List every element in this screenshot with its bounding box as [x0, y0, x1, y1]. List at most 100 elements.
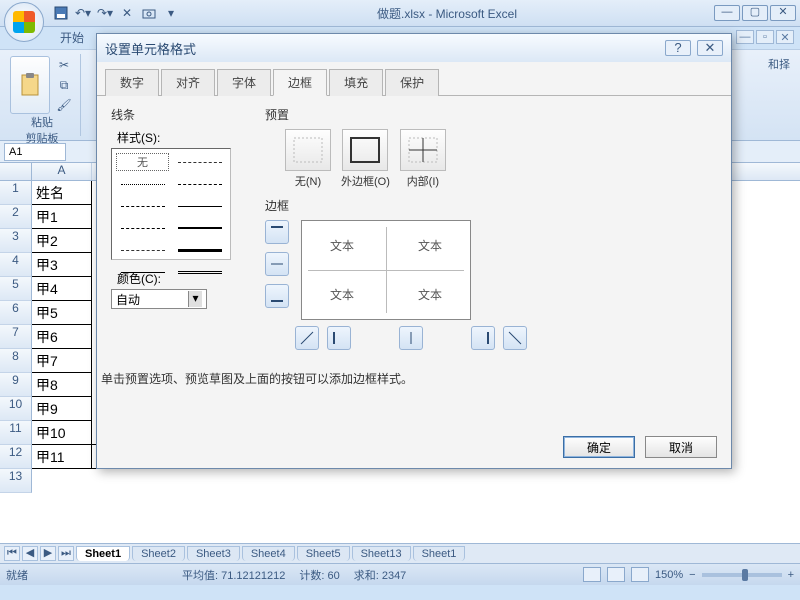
line-style-option[interactable]	[173, 219, 226, 237]
row-header[interactable]: 5	[0, 277, 32, 301]
row-header[interactable]: 1	[0, 181, 32, 205]
border-diag-up-button[interactable]	[295, 326, 319, 350]
line-style-option[interactable]	[173, 241, 226, 259]
line-style-option[interactable]	[116, 219, 169, 237]
sheet-tab[interactable]: Sheet3	[187, 546, 240, 561]
sheet-nav-first[interactable]: ⏮	[4, 546, 20, 561]
border-top-button[interactable]	[265, 220, 289, 244]
qat-customize-icon[interactable]: ▾	[162, 4, 180, 22]
ok-button[interactable]: 确定	[563, 436, 635, 458]
camera-icon[interactable]	[140, 4, 158, 22]
office-button[interactable]	[4, 2, 44, 42]
sheet-tab[interactable]: Sheet4	[242, 546, 295, 561]
tab-font[interactable]: 字体	[217, 69, 271, 96]
zoom-level[interactable]: 150%	[655, 569, 683, 581]
row-header[interactable]: 9	[0, 373, 32, 397]
row-header[interactable]: 7	[0, 325, 32, 349]
view-layout-icon[interactable]	[607, 567, 625, 582]
wb-close-button[interactable]: ✕	[776, 30, 794, 44]
tab-fill[interactable]: 填充	[329, 69, 383, 96]
view-normal-icon[interactable]	[583, 567, 601, 582]
preset-inside-button[interactable]	[400, 129, 446, 171]
border-left-button[interactable]	[327, 326, 351, 350]
cell[interactable]: 姓名	[32, 181, 92, 205]
cell[interactable]: 甲5	[32, 301, 92, 325]
line-style-none[interactable]: 无	[116, 153, 169, 171]
tab-number[interactable]: 数字	[105, 69, 159, 96]
cell[interactable]: 甲7	[32, 349, 92, 373]
cell[interactable]: 甲10	[32, 421, 92, 445]
line-style-option[interactable]	[173, 263, 226, 281]
maximize-button[interactable]: ▢	[742, 5, 768, 21]
dialog-help-button[interactable]: ?	[665, 40, 691, 56]
paste-button[interactable]	[10, 56, 50, 114]
line-style-list[interactable]: 无	[111, 148, 231, 260]
wb-minimize-button[interactable]: —	[736, 30, 754, 44]
zoom-out-button[interactable]: −	[689, 569, 695, 581]
sheet-tab[interactable]: Sheet1	[76, 546, 130, 561]
sheet-tab[interactable]: Sheet1	[413, 546, 466, 561]
row-header[interactable]: 10	[0, 397, 32, 421]
sheet-nav-last[interactable]: ⏭	[58, 546, 74, 561]
tab-alignment[interactable]: 对齐	[161, 69, 215, 96]
copy-icon[interactable]: ⧉	[54, 76, 74, 94]
dialog-close-button[interactable]: ✕	[697, 40, 723, 56]
row-header[interactable]: 12	[0, 445, 32, 469]
tab-protection[interactable]: 保护	[385, 69, 439, 96]
redo-icon[interactable]: ↷▾	[96, 4, 114, 22]
cell[interactable]: 甲8	[32, 373, 92, 397]
zoom-slider[interactable]	[702, 573, 782, 577]
border-horizontal-button[interactable]	[265, 252, 289, 276]
border-right-button[interactable]	[471, 326, 495, 350]
undo-icon[interactable]: ↶▾	[74, 4, 92, 22]
dialog-titlebar[interactable]: 设置单元格格式 ? ✕	[97, 34, 731, 62]
ribbon-tab-home[interactable]: 开始	[50, 26, 94, 49]
line-style-option[interactable]	[173, 175, 226, 193]
border-diag-down-button[interactable]	[503, 326, 527, 350]
line-style-option[interactable]	[173, 197, 226, 215]
cell[interactable]: 甲9	[32, 397, 92, 421]
cancel-button[interactable]: 取消	[645, 436, 717, 458]
tools-icon[interactable]: ✕	[118, 4, 136, 22]
sheet-nav-prev[interactable]: ◀	[22, 546, 38, 561]
line-style-option[interactable]	[116, 175, 169, 193]
sheet-tab[interactable]: Sheet13	[352, 546, 411, 561]
close-button[interactable]: ✕	[770, 5, 796, 21]
sheet-tab[interactable]: Sheet2	[132, 546, 185, 561]
cell[interactable]: 甲11	[32, 445, 92, 469]
row-header[interactable]: 13	[0, 469, 32, 493]
cell[interactable]: 甲1	[32, 205, 92, 229]
border-bottom-button[interactable]	[265, 284, 289, 308]
cell[interactable]: 甲4	[32, 277, 92, 301]
line-style-option[interactable]	[116, 241, 169, 259]
row-header[interactable]: 11	[0, 421, 32, 445]
border-preview[interactable]: 文本 文本 文本 文本	[301, 220, 471, 320]
view-pagebreak-icon[interactable]	[631, 567, 649, 582]
sheet-tab[interactable]: Sheet5	[297, 546, 350, 561]
sheet-nav-next[interactable]: ▶	[40, 546, 56, 561]
row-header[interactable]: 4	[0, 253, 32, 277]
name-box[interactable]: A1	[4, 143, 66, 161]
cut-icon[interactable]: ✂	[54, 56, 74, 74]
row-header[interactable]: 8	[0, 349, 32, 373]
border-vertical-button[interactable]	[399, 326, 423, 350]
minimize-button[interactable]: —	[714, 5, 740, 21]
cell[interactable]: 甲3	[32, 253, 92, 277]
col-header[interactable]: A	[32, 163, 92, 180]
row-header[interactable]: 6	[0, 301, 32, 325]
row-header[interactable]: 2	[0, 205, 32, 229]
line-color-dropdown[interactable]: 自动 ▾	[111, 289, 207, 309]
wb-restore-button[interactable]: ▫	[756, 30, 774, 44]
row-header[interactable]: 3	[0, 229, 32, 253]
tab-border[interactable]: 边框	[273, 69, 327, 96]
zoom-in-button[interactable]: +	[788, 569, 794, 581]
format-painter-icon[interactable]: 🖌	[54, 96, 74, 114]
preset-none-button[interactable]	[285, 129, 331, 171]
save-icon[interactable]	[52, 4, 70, 22]
cell[interactable]: 甲2	[32, 229, 92, 253]
cell[interactable]: 甲6	[32, 325, 92, 349]
select-all-corner[interactable]	[0, 163, 32, 181]
line-style-option[interactable]	[116, 197, 169, 215]
preset-outline-button[interactable]	[342, 129, 388, 171]
line-style-option[interactable]	[173, 153, 226, 171]
